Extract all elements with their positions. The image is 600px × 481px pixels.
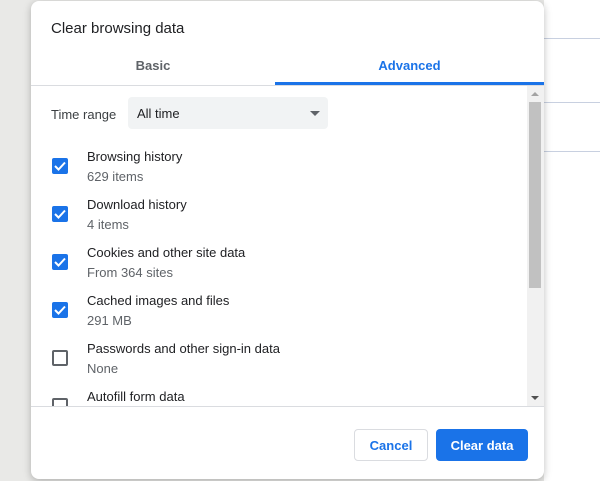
item-title: Browsing history	[87, 149, 183, 164]
footer-divider	[31, 406, 544, 407]
list-item-cookies[interactable]: Cookies and other site data From 364 sit…	[31, 240, 527, 288]
item-title: Cookies and other site data	[87, 245, 246, 260]
chevron-down-icon	[310, 111, 320, 116]
dialog-title: Clear browsing data	[51, 20, 185, 37]
backdrop-right-panel	[544, 0, 600, 481]
backdrop-rule	[544, 151, 600, 152]
tab-basic[interactable]: Basic	[31, 45, 275, 85]
item-title: Cached images and files	[87, 293, 230, 308]
tab-bar: Basic Advanced	[31, 45, 544, 86]
list-scrollbar[interactable]	[527, 86, 544, 406]
clear-data-button[interactable]: Clear data	[436, 429, 528, 461]
item-subtitle: 4 items	[87, 217, 129, 232]
clear-browsing-data-dialog: Clear browsing data Basic Advanced Time …	[31, 1, 544, 479]
item-subtitle: None	[87, 361, 119, 376]
list-item-download-history[interactable]: Download history 4 items	[31, 192, 527, 240]
backdrop-rule	[544, 38, 600, 39]
scroll-down-arrow-icon[interactable]	[531, 396, 539, 400]
item-subtitle: 291 MB	[87, 313, 132, 328]
scroll-up-arrow-icon[interactable]	[531, 92, 539, 96]
backdrop-rule	[544, 102, 600, 103]
download-history-checkbox[interactable]	[52, 206, 68, 222]
list-item-autofill[interactable]: Autofill form data	[31, 384, 527, 406]
cached-images-checkbox[interactable]	[52, 302, 68, 318]
time-range-label: Time range	[51, 107, 117, 122]
check-icon	[54, 161, 66, 171]
scrollbar-thumb[interactable]	[529, 102, 541, 288]
time-range-value: All time	[137, 106, 180, 121]
advanced-options-list[interactable]: Time range All time Browsing history 629…	[31, 86, 527, 406]
autofill-checkbox[interactable]	[52, 398, 68, 406]
passwords-checkbox[interactable]	[52, 350, 68, 366]
check-icon	[54, 257, 66, 267]
check-icon	[54, 305, 66, 315]
active-tab-indicator	[275, 82, 544, 85]
item-title: Autofill form data	[87, 389, 185, 404]
browsing-history-checkbox[interactable]	[52, 158, 68, 174]
item-title: Passwords and other sign-in data	[87, 341, 280, 356]
list-item-browsing-history[interactable]: Browsing history 629 items	[31, 144, 527, 192]
item-subtitle: From 364 sites	[87, 265, 173, 280]
backdrop-left-panel	[0, 0, 30, 481]
cookies-checkbox[interactable]	[52, 254, 68, 270]
tab-advanced[interactable]: Advanced	[275, 45, 544, 85]
time-range-select[interactable]: All time	[128, 97, 328, 129]
list-item-cached-images[interactable]: Cached images and files 291 MB	[31, 288, 527, 336]
item-subtitle: 629 items	[87, 169, 144, 184]
check-icon	[54, 209, 66, 219]
cancel-button[interactable]: Cancel	[354, 429, 428, 461]
item-title: Download history	[87, 197, 187, 212]
list-item-passwords[interactable]: Passwords and other sign-in data None	[31, 336, 527, 384]
